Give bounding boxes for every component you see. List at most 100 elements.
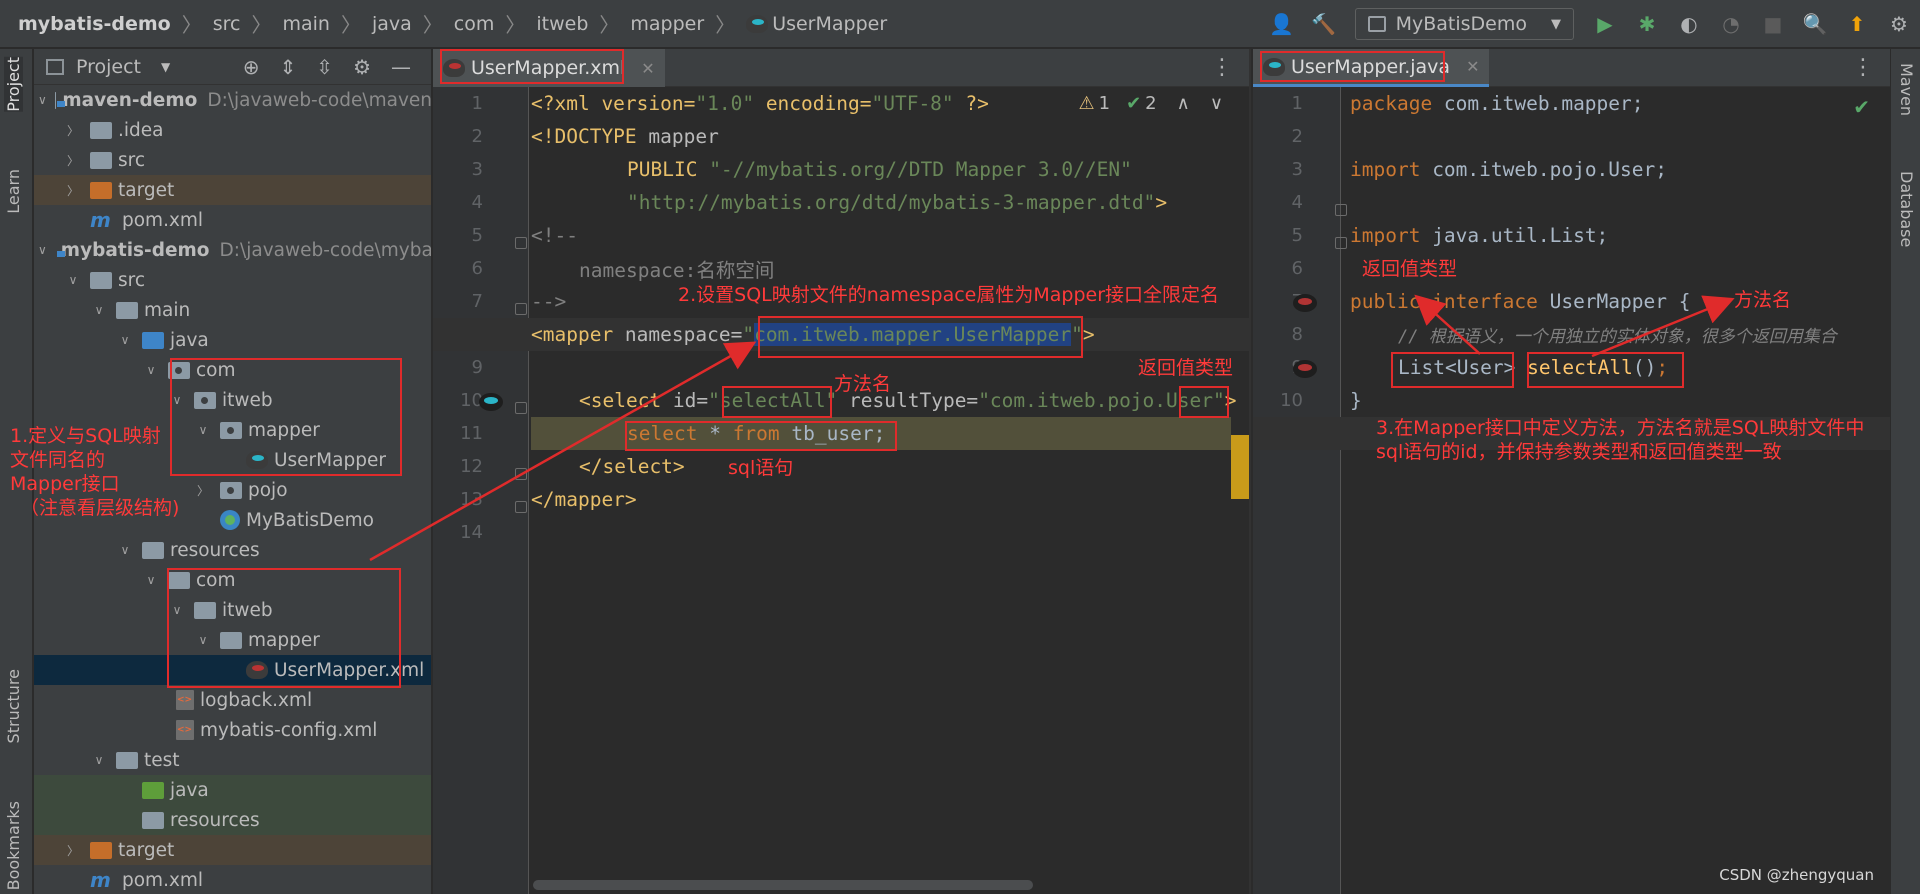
more-icon[interactable]: ⋮ [1211,55,1233,80]
annotation-step3: 3.在Mapper接口中定义方法，方法名就是SQL映射文件中 sql语句的id，… [1376,416,1864,464]
tree-item-idea[interactable]: 〉 .idea [34,115,431,145]
annotation-step2: 2.设置SQL映射文件的namespace属性为Mapper接口全限定名 [678,284,1220,306]
tree-item-java[interactable]: ∨ java [34,325,431,355]
tree-item-mybatis-config-xml[interactable]: mybatis-config.xml [34,715,431,745]
tool-tab-database[interactable]: Database [1897,171,1916,247]
tree-item-src[interactable]: ∨ src [34,265,431,295]
chevron-down-icon[interactable]: ∨ [194,423,212,437]
code-token: "-//mybatis.org//DTD Mapper 3.0//EN" [709,158,1132,181]
tree-item-mybatis-demo[interactable]: ∨ mybatis-demo D:\javaweb-code\myba [34,235,431,265]
java-editor[interactable]: UserMapper.java ✕ ⋮ ✔ 1 2 3 4 5 6 7 8 9 … [1253,49,1890,894]
code-token: <mapper [531,323,625,346]
chevron-right-icon[interactable]: 〉 [194,482,212,499]
breadcrumb-itweb[interactable]: itweb [536,13,588,35]
tab-usermapper-xml[interactable]: UserMapper.xml ✕ [433,49,665,87]
tool-tab-project[interactable]: Project [4,57,23,112]
hide-icon[interactable]: — [391,55,411,79]
tree-item-label: src [118,149,146,171]
chevron-down-icon[interactable]: ∨ [168,603,186,617]
tree-item-src[interactable]: 〉 src [34,145,431,175]
tool-tab-learn[interactable]: Learn [4,169,23,214]
debug-icon[interactable]: ✱ [1632,9,1662,39]
tree-item-main[interactable]: ∨ main [34,295,431,325]
breadcrumb-com[interactable]: com [454,13,495,35]
chevron-down-icon[interactable]: ▼ [161,60,170,74]
tree-item-pom[interactable]: m pom.xml [34,865,431,894]
tree-item-label: test [144,749,180,771]
close-icon[interactable]: ✕ [1466,57,1479,76]
tree-item-itweb[interactable]: ∨ itweb [34,385,431,415]
tree-item-label: pojo [248,479,288,501]
profile-icon[interactable]: ◔ [1716,9,1746,39]
coverage-icon[interactable]: ◐ [1674,9,1704,39]
tree-item-usermapper-xml[interactable]: UserMapper.xml [34,655,431,685]
tool-tab-maven[interactable]: Maven [1897,63,1916,116]
code-area[interactable]: package com.itweb.mapper; import com.itw… [1253,87,1890,894]
build-hammer-icon[interactable]: 🔨 [1309,9,1339,39]
chevron-down-icon[interactable]: ∨ [90,303,108,317]
code-token: " [1213,389,1225,412]
test-folder-icon [142,781,164,799]
code-token: "http://mybatis.org/dtd/mybatis-3-mapper… [627,191,1156,214]
expand-all-icon[interactable]: ⇕ [280,55,297,79]
chevron-down-icon[interactable]: ∨ [116,543,134,557]
collapse-all-icon[interactable]: ⇳ [316,55,333,79]
tree-item-maven-demo[interactable]: ∨ maven-demo D:\javaweb-code\maven [34,85,431,115]
chevron-down-icon[interactable]: ∨ [194,633,212,647]
test-resources-folder-icon [142,811,164,829]
tree-item-itweb[interactable]: ∨ itweb [34,595,431,625]
package-icon [220,421,242,439]
chevron-down-icon[interactable]: ∨ [168,393,186,407]
chevron-down-icon[interactable]: ∨ [64,273,82,287]
breadcrumb-usermapper[interactable]: UserMapper [772,13,887,35]
tree-item-test-java[interactable]: java [34,775,431,805]
locate-icon[interactable]: ⊕ [243,55,260,79]
tree-item-pom[interactable]: m pom.xml [34,205,431,235]
tree-item-logback-xml[interactable]: logback.xml [34,685,431,715]
tool-tab-bookmarks[interactable]: Bookmarks [4,801,23,890]
chevron-right-icon[interactable]: 〉 [64,152,82,169]
breadcrumb-src[interactable]: src [213,13,241,35]
tool-tab-structure[interactable]: Structure [4,669,23,743]
run-configuration-label: MyBatisDemo [1395,13,1527,35]
tree-item-test[interactable]: ∨ test [34,745,431,775]
code-token: User [1166,389,1213,412]
run-icon[interactable]: ▶ [1590,9,1620,39]
chevron-down-icon[interactable]: ∨ [116,333,134,347]
xml-editor[interactable]: UserMapper.xml ✕ ⋮ ⚠ 1 ✔ 2 ∧ ∨ 1 2 3 4 5 6… [433,49,1251,894]
search-icon[interactable]: 🔍 [1800,9,1830,39]
code-area[interactable]: <?xml version="1.0" encoding="UTF-8" ?> … [433,87,1249,894]
chevron-right-icon[interactable]: 〉 [64,842,82,859]
horizontal-scrollbar[interactable] [533,880,1033,890]
tree-item-mapper[interactable]: ∨ mapper [34,625,431,655]
more-icon[interactable]: ⋮ [1852,55,1874,80]
tree-item-com[interactable]: ∨ com [34,565,431,595]
project-panel-title[interactable]: Project [76,56,141,78]
breadcrumb-java[interactable]: java [372,13,412,35]
breadcrumb-project[interactable]: mybatis-demo [18,13,171,35]
chevron-right-icon[interactable]: 〉 [64,182,82,199]
chevron-down-icon[interactable]: ∨ [142,363,160,377]
chevron-right-icon[interactable]: 〉 [64,122,82,139]
run-configuration-select[interactable]: MyBatisDemo ▼ [1354,8,1574,40]
tree-item-resources[interactable]: ∨ resources [34,535,431,565]
chevron-down-icon[interactable]: ∨ [38,243,47,257]
tab-usermapper-java[interactable]: UserMapper.java ✕ [1253,49,1490,87]
code-token: "selectAll" [708,389,838,412]
tree-item-test-resources[interactable]: resources [34,805,431,835]
gear-icon[interactable]: ⚙ [353,55,371,79]
tree-item-com[interactable]: ∨ com [34,355,431,385]
breadcrumb-mapper[interactable]: mapper [630,13,704,35]
close-icon[interactable]: ✕ [641,59,654,78]
chevron-down-icon[interactable]: ∨ [142,573,160,587]
user-icon[interactable]: 👤 [1267,9,1297,39]
settings-icon[interactable]: ⚙ [1884,9,1914,39]
breadcrumb-main[interactable]: main [282,13,329,35]
update-icon[interactable]: ⬆ [1842,9,1872,39]
error-stripe-marker[interactable] [1231,435,1249,499]
tree-item-target[interactable]: 〉 target [34,175,431,205]
chevron-down-icon[interactable]: ∨ [90,753,108,767]
stop-icon[interactable]: ■ [1758,9,1788,39]
tree-item-target[interactable]: 〉 target [34,835,431,865]
chevron-down-icon[interactable]: ∨ [38,93,47,107]
